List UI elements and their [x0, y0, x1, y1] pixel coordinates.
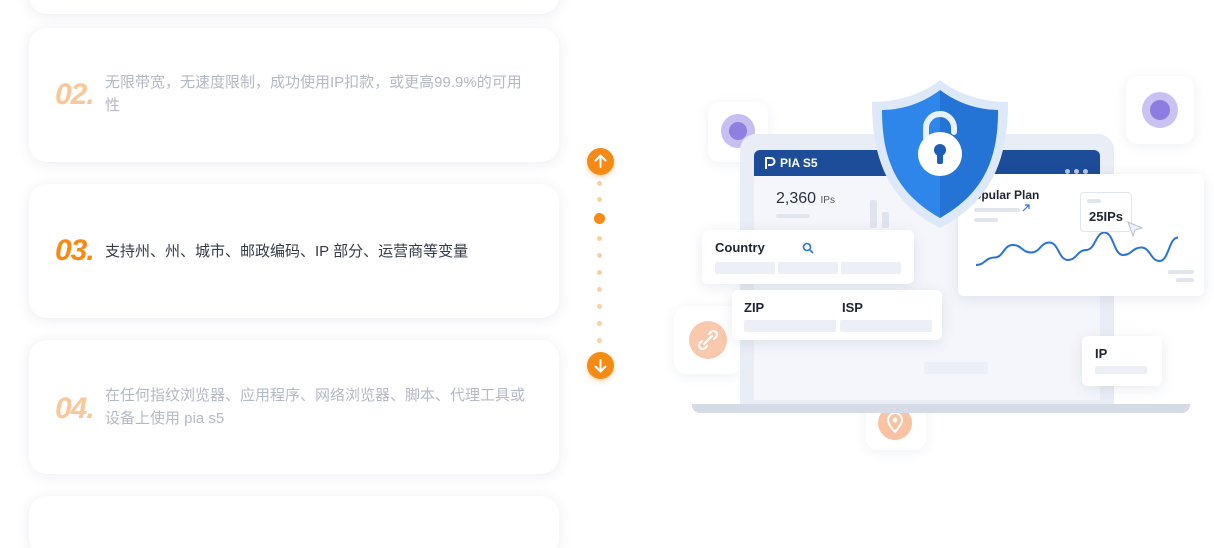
plan-value: 25IPs: [1089, 209, 1123, 224]
step-dot-active[interactable]: [594, 213, 605, 224]
feature-text: 支持州、州、城市、邮政编码、IP 部分、运营商等变量: [105, 243, 469, 260]
trend-arrow-icon: [1022, 204, 1030, 212]
step-dot[interactable]: [597, 287, 602, 292]
feature-number: 02.: [55, 78, 95, 111]
proxy-illustration: PIA S5 2,360 IPs Country ZIP ISP opular …: [670, 70, 1214, 470]
brand-name: PIA S5: [780, 156, 818, 170]
ips-count: 2,360 IPs: [776, 190, 835, 207]
feature-number: 03.: [55, 234, 95, 267]
ip-label: IP: [1095, 346, 1108, 361]
feature-text: 无限带宽，无速度限制，成功使用IP扣款，或更高99.9%的可用性: [105, 74, 522, 114]
features-section: 02. 无限带宽，无速度限制，成功使用IP扣款，或更高99.9%的可用性 03.…: [0, 0, 1214, 548]
step-dot[interactable]: [597, 270, 602, 275]
step-dot[interactable]: [597, 181, 602, 186]
feature-card-prev[interactable]: [29, 0, 559, 14]
globe-icon: [1126, 76, 1194, 144]
feature-number: 04.: [55, 392, 95, 425]
scroll-up-button[interactable]: [587, 148, 614, 175]
arrow-up-icon: [594, 154, 607, 168]
step-dot[interactable]: [597, 321, 602, 326]
chart-line: [975, 231, 1179, 266]
ip-filter-card: IP: [1082, 336, 1162, 386]
cursor-icon: [1127, 221, 1144, 238]
isp-label: ISP: [842, 300, 863, 315]
feature-card-04[interactable]: 04. 在任何指纹浏览器、应用程序、网络浏览器、脚本、代理工具或设备上使用 pi…: [29, 340, 559, 474]
search-icon: [802, 242, 814, 254]
step-dot[interactable]: [597, 197, 602, 202]
feature-card-02[interactable]: 02. 无限带宽，无速度限制，成功使用IP扣款，或更高99.9%的可用性: [29, 28, 559, 162]
feature-text: 在任何指纹浏览器、应用程序、网络浏览器、脚本、代理工具或设备上使用 pia s5: [105, 387, 526, 427]
laptop-base: [692, 404, 1190, 413]
plan-line-chart: [975, 231, 1179, 266]
step-dot[interactable]: [597, 338, 602, 343]
brand-logo-icon: [765, 157, 776, 169]
plan-value-tooltip: 25IPs: [1080, 192, 1132, 232]
security-shield-icon: [872, 80, 1008, 228]
zip-isp-filter-card: ZIP ISP: [732, 290, 942, 340]
feature-card-next[interactable]: [29, 496, 559, 548]
country-label: Country: [715, 240, 765, 255]
step-dot[interactable]: [597, 236, 602, 241]
country-filter-card: Country: [702, 230, 914, 284]
arrow-down-icon: [594, 359, 607, 373]
step-dot[interactable]: [597, 253, 602, 258]
step-dot[interactable]: [597, 304, 602, 309]
zip-label: ZIP: [744, 300, 765, 315]
feature-card-03[interactable]: 03. 支持州、州、城市、邮政编码、IP 部分、运营商等变量: [29, 184, 559, 318]
scroll-down-button[interactable]: [587, 352, 614, 379]
